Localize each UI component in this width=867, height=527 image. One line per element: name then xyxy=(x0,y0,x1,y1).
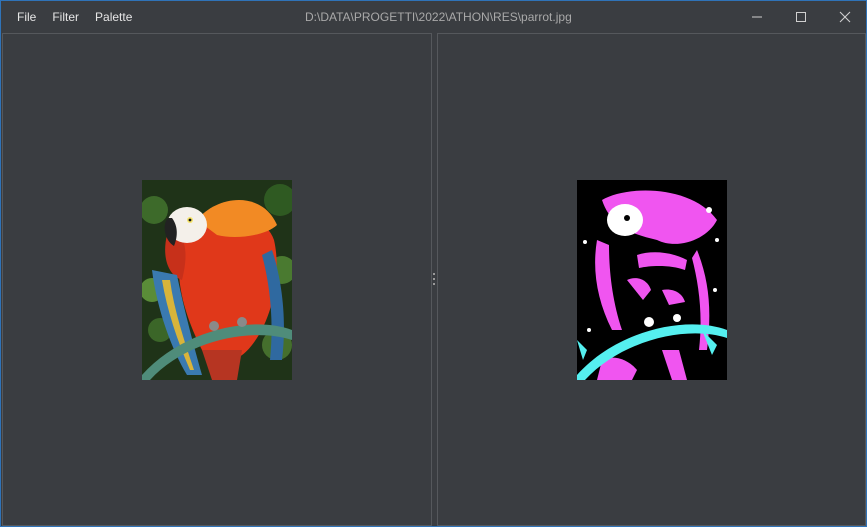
menu-palette[interactable]: Palette xyxy=(87,7,140,27)
filtered-photo-graphic xyxy=(577,180,727,380)
filtered-image-panel[interactable] xyxy=(437,33,866,526)
app-window: File Filter Palette D:\DATA\PROGETTI\202… xyxy=(0,0,867,527)
menu-file[interactable]: File xyxy=(9,7,44,27)
minimize-button[interactable] xyxy=(735,1,779,33)
parrot-photo-graphic xyxy=(142,180,292,380)
maximize-button[interactable] xyxy=(779,1,823,33)
minimize-icon xyxy=(752,16,762,18)
window-title: D:\DATA\PROGETTI\2022\ATHON\RES\parrot.j… xyxy=(305,10,572,24)
maximize-icon xyxy=(796,12,806,22)
filtered-parrot-image xyxy=(577,180,727,380)
title-bar: File Filter Palette D:\DATA\PROGETTI\202… xyxy=(1,1,866,33)
original-image-panel[interactable] xyxy=(2,33,432,526)
close-icon xyxy=(839,11,851,23)
close-button[interactable] xyxy=(823,1,867,33)
menu-bar: File Filter Palette xyxy=(9,1,140,33)
menu-filter[interactable]: Filter xyxy=(44,7,87,27)
original-parrot-image xyxy=(142,180,292,380)
